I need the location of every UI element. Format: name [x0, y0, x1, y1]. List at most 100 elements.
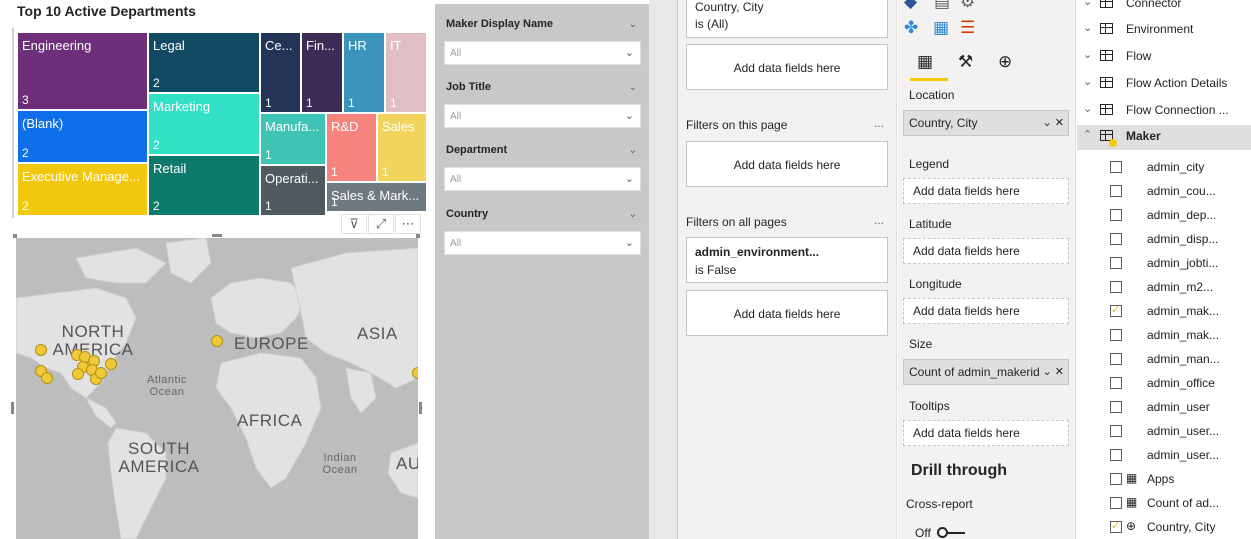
field-checkbox-checked[interactable] — [1110, 303, 1122, 317]
focus-mode-icon[interactable]: ⤢ — [368, 214, 394, 234]
treemap-tile[interactable]: Operati... 1 — [260, 165, 326, 216]
field-checkbox[interactable] — [1110, 425, 1122, 437]
chevron-down-icon[interactable]: ⌄ ✕ — [1039, 111, 1064, 135]
field-checkbox[interactable] — [1110, 209, 1122, 221]
field-row[interactable]: admin_m2... — [1077, 276, 1251, 300]
table-row-maker[interactable]: ⌃ Maker — [1077, 125, 1251, 150]
map-bubble[interactable] — [41, 372, 53, 384]
field-row[interactable]: ▦ Apps — [1077, 468, 1251, 492]
treemap-tile[interactable]: Marketing 2 — [148, 93, 260, 155]
longitude-well[interactable]: Add data fields here — [903, 298, 1069, 324]
analytics-icon[interactable]: ⊕ — [998, 52, 1012, 72]
table-row[interactable]: ⌄ Flow Connection ... — [1077, 99, 1251, 123]
field-row[interactable]: admin_mak... — [1077, 324, 1251, 348]
fields-tab-icon[interactable]: ▦ — [917, 52, 933, 72]
chevron-down-icon[interactable]: ⌄ — [1083, 48, 1092, 61]
visual-type-icon[interactable]: ⚙ — [960, 0, 975, 12]
field-row[interactable]: ▦ Count of ad... — [1077, 492, 1251, 516]
more-options-icon[interactable]: ⋯ — [395, 214, 421, 234]
field-row[interactable]: admin_office — [1077, 372, 1251, 396]
more-options-icon[interactable]: ... — [874, 213, 884, 227]
chevron-down-icon[interactable]: ⌄ — [629, 209, 637, 220]
resize-handle[interactable] — [212, 234, 222, 237]
table-row[interactable]: ⌄ Environment — [1077, 18, 1251, 42]
field-row[interactable]: admin_mak... — [1077, 300, 1251, 324]
map-bubble[interactable] — [105, 358, 117, 370]
add-data-fields-dropzone[interactable]: Add data fields here — [686, 290, 888, 336]
chevron-down-icon[interactable]: ⌄ — [629, 145, 637, 156]
location-field-pill[interactable]: Country, City ⌄ ✕ — [903, 110, 1069, 136]
field-checkbox[interactable] — [1110, 377, 1122, 389]
field-row[interactable]: admin_disp... — [1077, 228, 1251, 252]
chevron-down-icon[interactable]: ⌄ — [1083, 75, 1092, 88]
field-row[interactable]: admin_city — [1077, 156, 1251, 180]
chevron-down-icon[interactable]: ⌄ — [1083, 102, 1092, 115]
treemap-tile[interactable]: Manufa... 1 — [260, 113, 326, 165]
field-checkbox[interactable] — [1110, 473, 1122, 485]
treemap-tile[interactable]: (Blank) 2 — [17, 110, 148, 163]
treemap-tile[interactable]: Sales 1 — [377, 113, 427, 182]
python-visual-icon[interactable]: ✤ — [904, 18, 918, 38]
tooltips-well[interactable]: Add data fields here — [903, 420, 1069, 446]
slicer-dropdown[interactable]: All ⌄ — [444, 41, 641, 65]
field-checkbox-checked[interactable] — [1110, 519, 1122, 533]
treemap-tile[interactable]: HR 1 — [343, 32, 385, 113]
add-data-fields-dropzone[interactable]: Add data fields here — [686, 44, 888, 90]
chevron-down-icon[interactable]: ⌄ — [1083, 0, 1092, 8]
map-bubble[interactable] — [35, 344, 47, 356]
field-checkbox[interactable] — [1110, 497, 1122, 509]
table-row[interactable]: ⌄ Flow Action Details — [1077, 72, 1251, 96]
field-row[interactable]: admin_jobti... — [1077, 252, 1251, 276]
size-field-pill[interactable]: Count of admin_makerid ⌄ ✕ — [903, 359, 1069, 385]
filter-card[interactable]: Country, City is (All) — [686, 0, 888, 38]
filter-icon[interactable]: ⊽ — [341, 214, 367, 234]
field-checkbox[interactable] — [1110, 161, 1122, 173]
map-bubble[interactable] — [412, 367, 418, 379]
treemap-tile[interactable]: R&D 1 — [326, 113, 377, 182]
table-row[interactable]: ⌄ Flow — [1077, 45, 1251, 69]
slicer-dropdown[interactable]: All ⌄ — [444, 167, 641, 191]
chevron-down-icon[interactable]: ⌄ — [629, 19, 637, 30]
field-checkbox[interactable] — [1110, 281, 1122, 293]
more-options-icon[interactable]: ... — [874, 116, 884, 130]
resize-handle[interactable] — [11, 402, 14, 414]
resize-handle[interactable] — [13, 234, 17, 238]
gantt-visual-icon[interactable]: ☰ — [960, 18, 975, 38]
filter-card[interactable]: admin_environment... is False — [686, 237, 888, 283]
slicer-dropdown[interactable]: All ⌄ — [444, 231, 641, 255]
paint-roller-icon[interactable]: ⚒ — [958, 52, 973, 72]
field-checkbox[interactable] — [1110, 401, 1122, 413]
map-bubble[interactable] — [95, 367, 107, 379]
treemap-tile[interactable]: Fin... 1 — [301, 32, 343, 113]
field-checkbox[interactable] — [1110, 257, 1122, 269]
calendar-visual-icon[interactable]: ▦ — [933, 18, 949, 38]
cross-report-toggle[interactable]: Off — [915, 525, 975, 539]
resize-handle[interactable] — [419, 402, 422, 414]
field-checkbox[interactable] — [1110, 353, 1122, 365]
map-bubble[interactable] — [72, 368, 84, 380]
visual-type-icon[interactable]: ▤ — [934, 0, 950, 12]
chevron-down-icon[interactable]: ⌄ — [1083, 21, 1092, 34]
treemap-tile[interactable]: Sales & Mark... 1 — [326, 182, 427, 212]
treemap-tile[interactable]: Executive Manage... 2 — [17, 163, 148, 216]
chevron-up-icon[interactable]: ⌃ — [1083, 128, 1092, 141]
treemap-tile[interactable]: Retail 2 — [148, 155, 260, 216]
legend-well[interactable]: Add data fields here — [903, 178, 1069, 204]
table-row[interactable]: ⌄ Connector — [1077, 0, 1251, 16]
add-data-fields-dropzone[interactable]: Add data fields here — [686, 141, 888, 187]
field-checkbox[interactable] — [1110, 233, 1122, 245]
treemap-tile[interactable]: Ce... 1 — [260, 32, 301, 113]
field-row[interactable]: admin_user... — [1077, 420, 1251, 444]
chevron-down-icon[interactable]: ⌄ ✕ — [1039, 360, 1064, 384]
field-row[interactable]: admin_man... — [1077, 348, 1251, 372]
visual-type-icon[interactable]: ◆ — [904, 0, 917, 12]
map-bubble[interactable] — [211, 335, 223, 347]
field-checkbox[interactable] — [1110, 329, 1122, 341]
field-row[interactable]: admin_dep... — [1077, 204, 1251, 228]
field-row[interactable]: admin_user... — [1077, 444, 1251, 468]
map-visual[interactable]: NORTH AMERICA EUROPE ASIA Atlantic Ocean… — [16, 238, 418, 539]
field-checkbox[interactable] — [1110, 449, 1122, 461]
field-row[interactable]: ⊕ Country, City — [1077, 516, 1251, 539]
latitude-well[interactable]: Add data fields here — [903, 238, 1069, 264]
treemap-tile[interactable]: Legal 2 — [148, 32, 260, 93]
